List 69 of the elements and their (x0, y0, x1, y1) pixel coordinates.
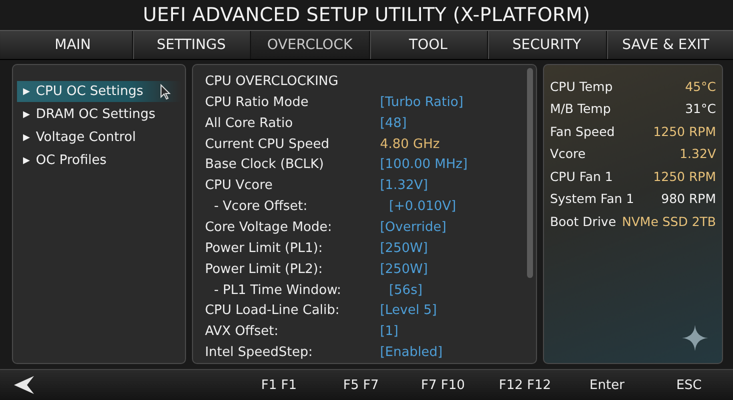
setting-value[interactable]: [Turbo Ratio] (380, 94, 464, 110)
monitor-value: 1250 RPM (653, 124, 716, 139)
monitor-label: CPU Fan 1 (550, 168, 613, 184)
sparkle-icon (682, 325, 708, 351)
setting-name: CPU Vcore (204, 178, 274, 194)
sidebar-label: CPU OC Settings (36, 84, 144, 99)
monitor-label: Boot Drive (550, 214, 616, 229)
monitor-value: NVMe SSD 2TB (622, 214, 716, 229)
setting-value[interactable]: [100.00 MHz] (380, 157, 468, 172)
hotkey-label: Enter (588, 378, 626, 392)
setting-name: Power Limit (PL2): (204, 262, 324, 277)
setting-value[interactable]: [+0.010V] (388, 199, 456, 214)
arrow-glyph: ▶ (23, 132, 30, 142)
setting-name: - PL1 Time Window: (212, 282, 342, 298)
sidebar-label: OC Profiles (36, 153, 107, 168)
setting-name: Base Clock (BCLK) (204, 157, 325, 172)
sidebar-label: DRAM OC Settings (36, 107, 156, 122)
setting-name: Power Limit (PL1): (204, 240, 324, 256)
monitor-label: CPU Temp (550, 78, 613, 94)
monitor-label: Vcore (550, 146, 586, 162)
hotkey-label: F12 F12 (498, 378, 552, 392)
monitor-label: M/B Temp (550, 101, 611, 116)
cursor-icon (160, 84, 171, 100)
sidebar-label: Voltage Control (36, 130, 136, 145)
setting-value[interactable]: [Level 5] (380, 303, 437, 318)
setting-name: - Vcore Offset: (212, 199, 308, 214)
setting-name: All Core Ratio (204, 116, 294, 131)
hotkey-label: ESC (675, 378, 703, 392)
monitor-value: 45°C (685, 78, 716, 94)
monitor-label: Fan Speed (550, 124, 615, 139)
setting-value[interactable]: [Override] (380, 220, 446, 235)
hotkey-label: F7 F10 (420, 378, 466, 392)
setting-name: Core Voltage Mode: (204, 220, 333, 235)
setting-name: CPU Ratio Mode (204, 94, 310, 110)
sidebar-item[interactable]: ▶ CPU OC Settings (17, 81, 181, 102)
setting-name: Current CPU Speed (204, 136, 330, 152)
arrow-glyph: ▶ (23, 86, 30, 96)
setting-value[interactable]: [250W] (380, 262, 428, 277)
sidebar-item[interactable]: ▶ DRAM OC Settings (17, 104, 181, 125)
setting-name: AVX Offset: (204, 324, 280, 340)
monitor-value: 980 RPM (661, 191, 716, 206)
setting-value[interactable]: [Enabled] (380, 345, 443, 360)
section-heading: CPU OVERCLOCKING (204, 74, 340, 89)
setting-value[interactable]: [48] (380, 116, 407, 131)
setting-value[interactable]: [1.32V] (380, 178, 428, 194)
arrow-glyph: ▶ (23, 156, 30, 166)
menu-tab[interactable]: TOOL (370, 31, 488, 59)
menu-tab[interactable]: SECURITY (488, 31, 606, 59)
monitor-value: 1.32V (680, 146, 716, 162)
setting-value[interactable]: [1] (380, 324, 398, 340)
setting-value[interactable]: [56s] (388, 282, 422, 298)
monitor-value: 1250 RPM (653, 168, 716, 184)
setting-name: CPU Load-Line Calib: (204, 303, 341, 318)
monitor-value: 31°C (685, 101, 716, 116)
hotkey-label: F1 F1 (260, 378, 298, 392)
sidebar-item[interactable]: ▶ OC Profiles (17, 150, 181, 171)
hotkey-label: F5 F7 (342, 378, 380, 392)
setting-name: Intel SpeedStep: (204, 345, 314, 360)
arrow-glyph: ▶ (23, 110, 30, 120)
menu-tab[interactable]: MAIN (14, 31, 132, 59)
back-arrow-icon[interactable] (14, 376, 34, 394)
menu-tab[interactable]: OVERCLOCK (251, 31, 370, 59)
setting-value[interactable]: [250W] (380, 240, 428, 256)
monitor-label: System Fan 1 (550, 191, 634, 206)
sidebar-item[interactable]: ▶ Voltage Control (17, 127, 181, 148)
setting-value: 4.80 GHz (380, 136, 440, 152)
window-title: UEFI ADVANCED SETUP UTILITY (X-PLATFORM) (142, 3, 592, 28)
menu-tab[interactable]: SAVE & EXIT (606, 31, 725, 59)
scrollbar[interactable] (526, 68, 533, 278)
